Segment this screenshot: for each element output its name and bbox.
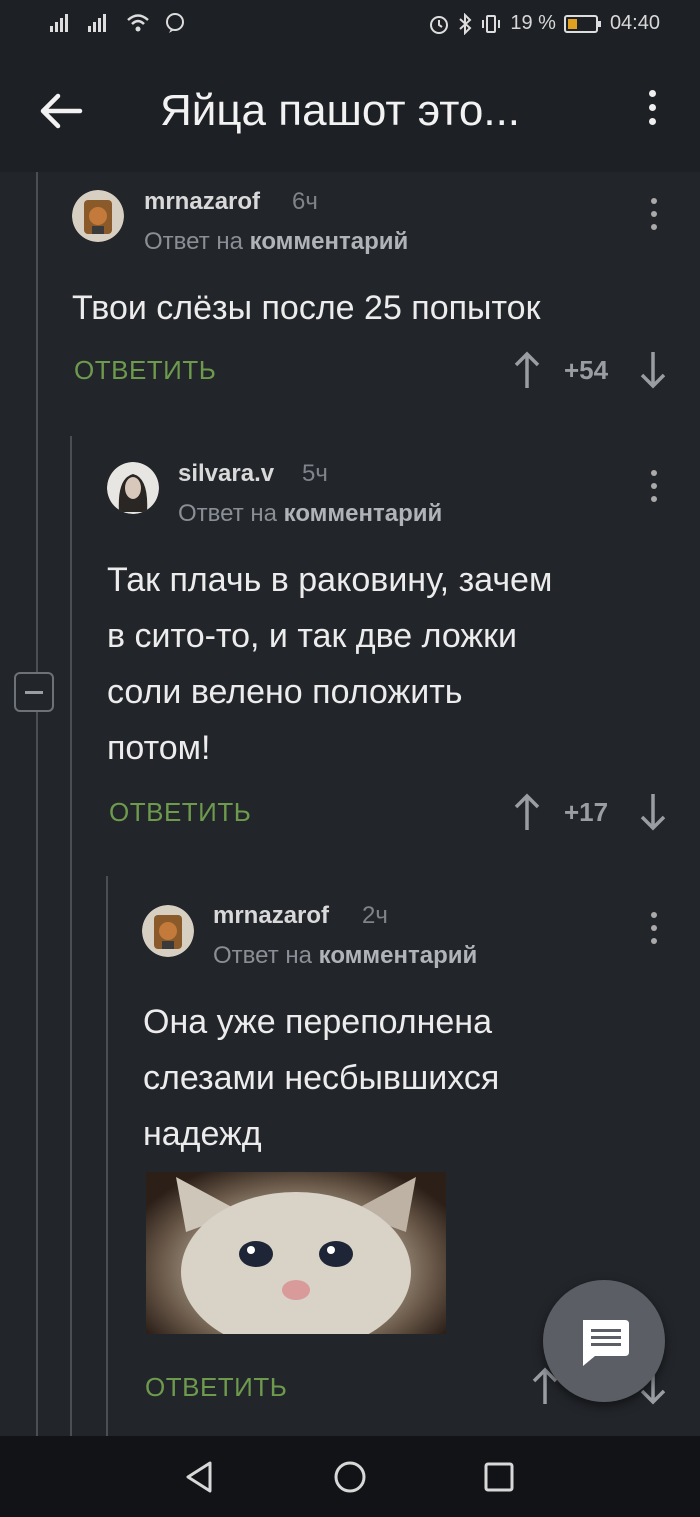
- reply-button[interactable]: ОТВЕТИТЬ: [74, 355, 216, 386]
- nav-back-icon[interactable]: [184, 1460, 216, 1494]
- battery-icon: [563, 14, 601, 33]
- comment-line: в сито-то, и так две ложки: [107, 617, 518, 655]
- battery-percent: 19 %: [510, 12, 556, 34]
- reply-to-target: комментарий: [283, 500, 443, 527]
- upvote-arrow-icon[interactable]: [512, 792, 542, 832]
- alarm-icon: [430, 15, 449, 34]
- avatar[interactable]: [72, 190, 124, 242]
- reply-to-link[interactable]: Ответ на комментарий: [213, 942, 477, 970]
- signal-icon: [88, 14, 106, 32]
- upvote-arrow-icon[interactable]: [512, 350, 542, 390]
- thread-line: [36, 172, 38, 672]
- comment-author[interactable]: silvara.v: [178, 460, 274, 488]
- avatar[interactable]: [107, 462, 159, 514]
- comment-menu-icon[interactable]: [644, 912, 664, 946]
- nav-recents-icon[interactable]: [484, 1462, 514, 1492]
- comment-time: 2ч: [362, 902, 388, 929]
- reply-to-prefix: Ответ на: [213, 942, 312, 969]
- crying-cat-image[interactable]: [146, 1172, 446, 1334]
- reply-to-prefix: Ответ на: [178, 500, 277, 527]
- rating-score: +54: [564, 355, 609, 385]
- comment-line: потом!: [107, 729, 211, 767]
- reply-to-target: комментарий: [318, 942, 478, 969]
- signal-icon: [50, 14, 68, 32]
- status-bar: 19 % 04:40: [0, 0, 700, 50]
- clock: 04:40: [609, 12, 660, 34]
- downvote-arrow-icon[interactable]: [638, 792, 668, 832]
- comments-fab-button[interactable]: [543, 1280, 665, 1402]
- overflow-menu-icon[interactable]: [638, 90, 666, 134]
- comment-line: Она уже переполнена: [143, 1003, 492, 1041]
- vibrate-icon: [482, 14, 501, 33]
- comment-time: 5ч: [302, 460, 328, 487]
- comment-line: надежд: [143, 1115, 262, 1153]
- comment-menu-icon[interactable]: [644, 198, 664, 232]
- comment-author[interactable]: mrnazarof: [213, 902, 329, 930]
- nav-home-icon[interactable]: [333, 1460, 367, 1494]
- back-arrow-icon[interactable]: [36, 88, 86, 134]
- comment-author[interactable]: mrnazarof: [144, 188, 260, 216]
- comment-line: слезами несбывшихся: [143, 1059, 500, 1097]
- app-bar: Яйца пашот это...: [0, 50, 700, 172]
- avatar[interactable]: [142, 905, 194, 957]
- rating-score: +17: [564, 797, 609, 827]
- reply-to-link[interactable]: Ответ на комментарий: [178, 500, 442, 528]
- comment-time: 6ч: [292, 188, 318, 215]
- comment-line: Так плачь в раковину, зачем: [107, 561, 553, 599]
- comment-line: соли велено положить: [107, 673, 463, 711]
- comment-text: Она уже переполнена слезами несбывшихся …: [143, 994, 499, 1162]
- comment-menu-icon[interactable]: [644, 470, 664, 504]
- page-title: Яйца пашот это...: [160, 86, 521, 135]
- downvote-arrow-icon[interactable]: [638, 350, 668, 390]
- comment-text: Так плачь в раковину, зачем в сито-то, и…: [107, 552, 552, 776]
- wifi-icon: [127, 14, 149, 32]
- reply-button[interactable]: ОТВЕТИТЬ: [145, 1372, 287, 1403]
- collapse-thread-button[interactable]: [14, 672, 54, 712]
- comment-icon: [583, 1320, 629, 1366]
- reply-to-prefix: Ответ на: [144, 228, 243, 255]
- reply-button[interactable]: ОТВЕТИТЬ: [109, 797, 251, 828]
- bluetooth-icon: [459, 12, 472, 35]
- comment-text: Твои слёзы после 25 попыток: [72, 280, 540, 336]
- thread-line: [36, 712, 38, 1436]
- thread-line: [70, 436, 72, 1436]
- thread-line: [106, 876, 108, 1436]
- comment-line: Твои слёзы после 25 попыток: [72, 289, 541, 327]
- system-nav-bar: [0, 1436, 700, 1517]
- reply-to-link[interactable]: Ответ на комментарий: [144, 228, 408, 256]
- viber-icon: [166, 13, 184, 33]
- reply-to-target: комментарий: [249, 228, 409, 255]
